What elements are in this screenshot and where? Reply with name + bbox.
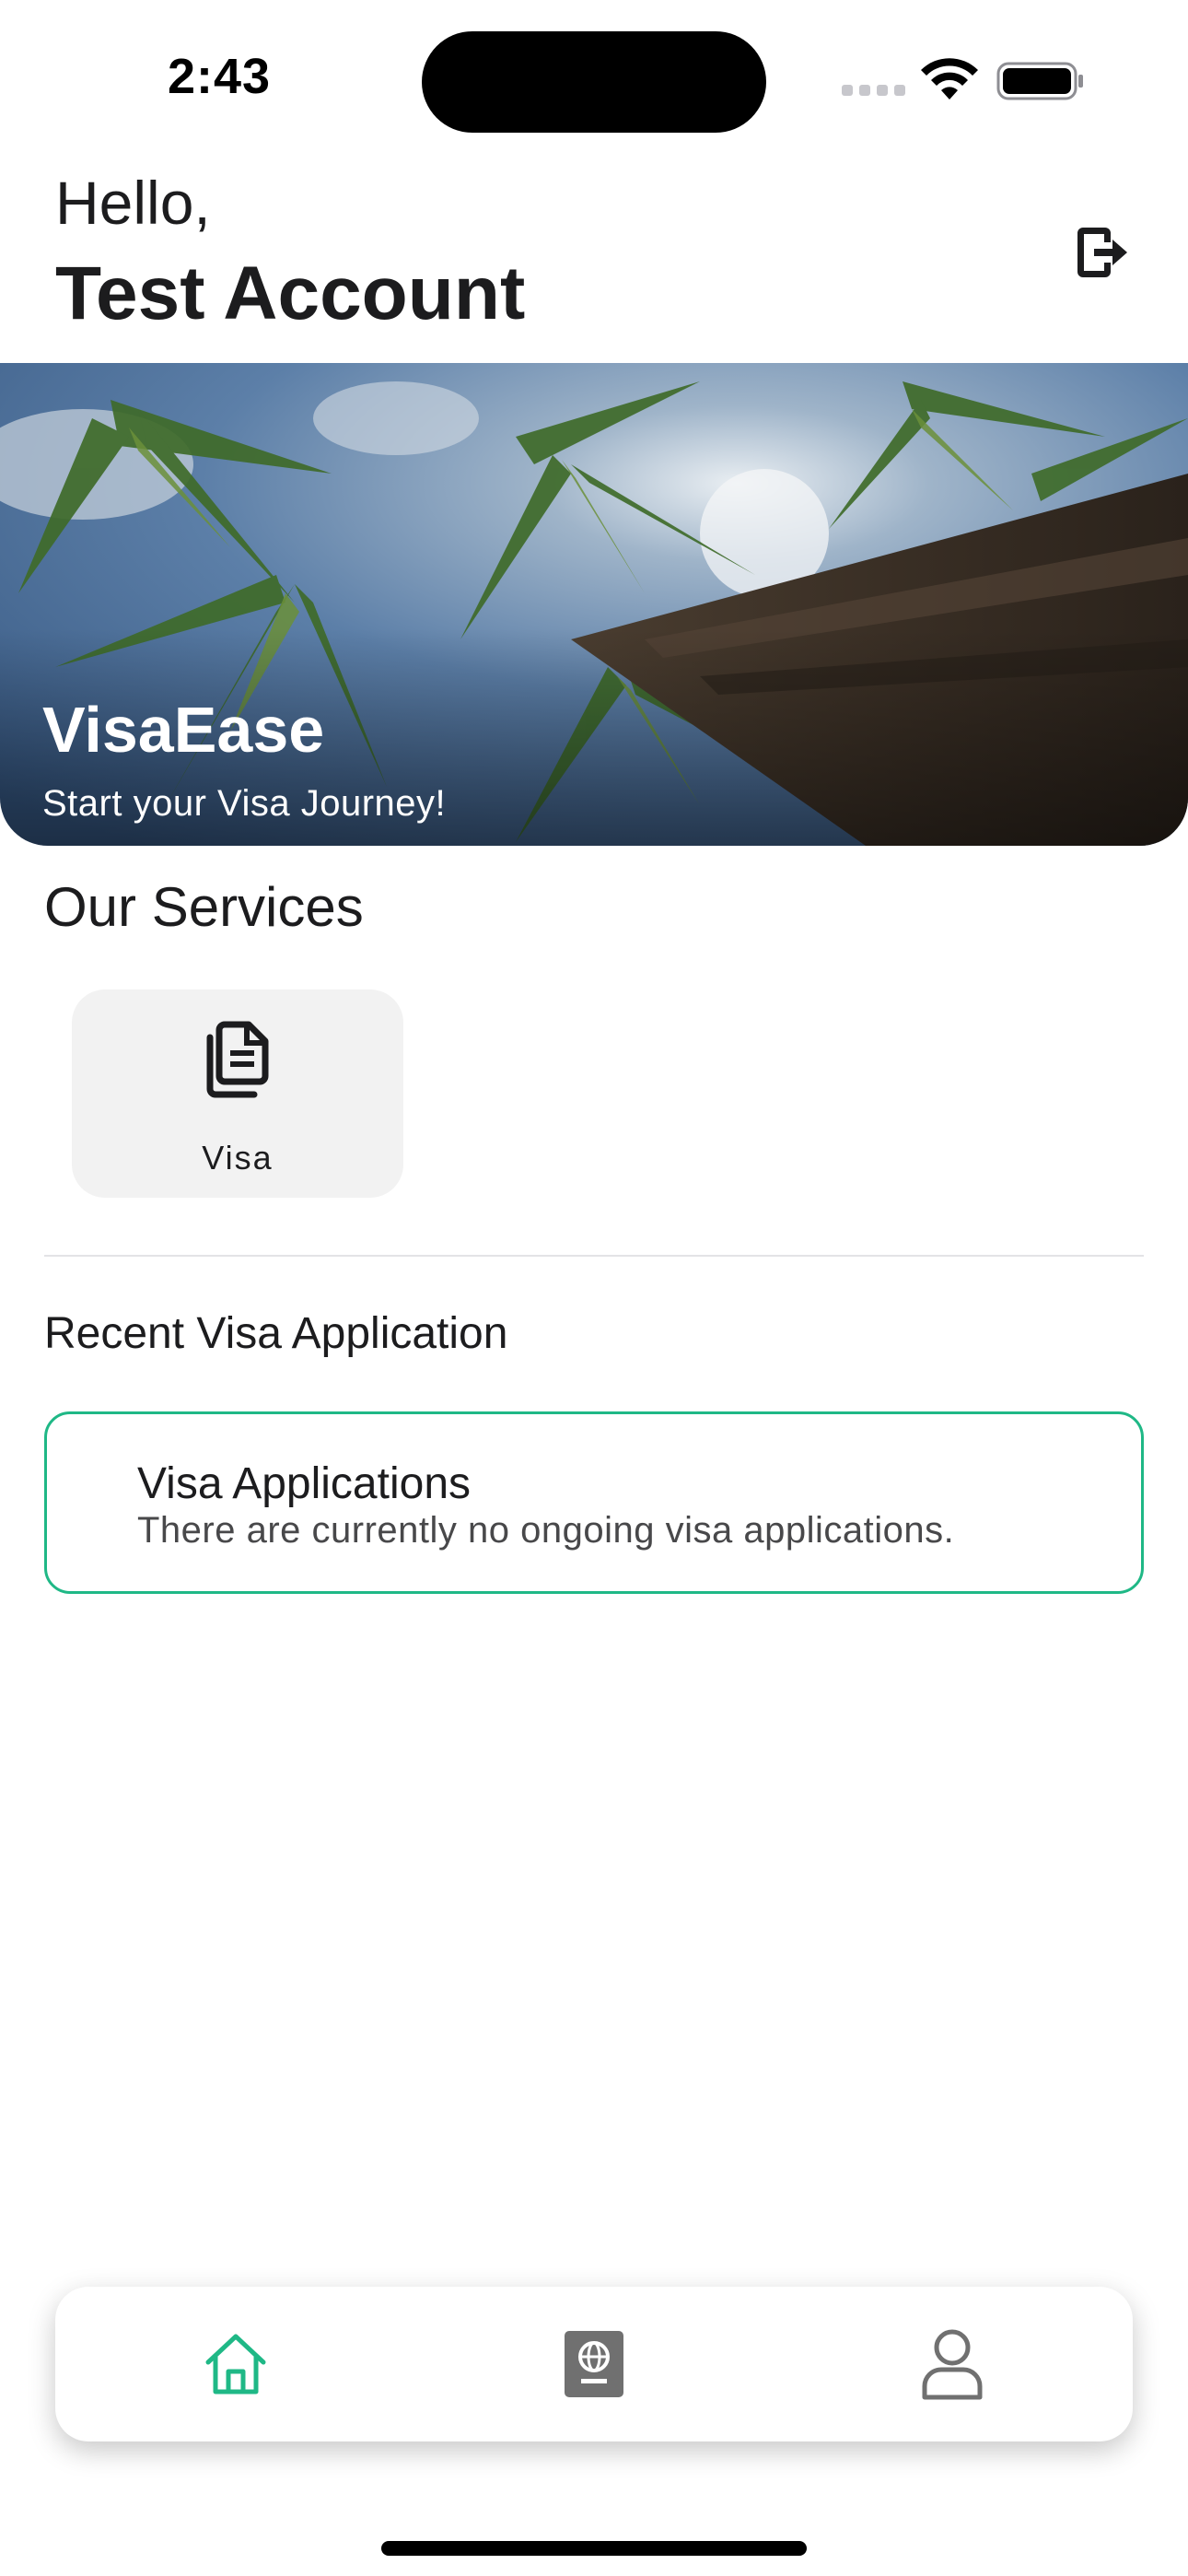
dynamic-island bbox=[422, 31, 766, 133]
hero-banner: VisaEase Start your Visa Journey! bbox=[0, 363, 1188, 846]
logout-button[interactable] bbox=[1068, 217, 1135, 287]
recent-applications-heading: Recent Visa Application bbox=[44, 1309, 508, 1358]
greeting-text: Hello, bbox=[55, 169, 211, 237]
battery-icon bbox=[996, 62, 1083, 100]
home-indicator bbox=[381, 2541, 807, 2556]
cellular-signal-icon bbox=[842, 85, 906, 98]
bottom-tab-bar bbox=[55, 2287, 1133, 2441]
section-divider bbox=[44, 1255, 1144, 1257]
profile-icon bbox=[922, 2329, 983, 2400]
tab-profile[interactable] bbox=[914, 2325, 991, 2403]
hero-title: VisaEase bbox=[42, 694, 325, 766]
card-description: There are currently no ongoing visa appl… bbox=[137, 1510, 955, 1551]
services-heading: Our Services bbox=[44, 876, 364, 938]
palm-trees-image bbox=[0, 363, 1188, 846]
tab-home[interactable] bbox=[197, 2325, 274, 2403]
user-name: Test Account bbox=[55, 252, 526, 335]
document-icon bbox=[206, 1021, 269, 1098]
tab-visa[interactable] bbox=[555, 2325, 633, 2403]
hero-subtitle: Start your Visa Journey! bbox=[42, 783, 447, 824]
card-title: Visa Applications bbox=[137, 1459, 472, 1508]
wifi-icon bbox=[921, 58, 978, 100]
status-bar: 2:43 bbox=[0, 0, 1188, 157]
visa-service-button[interactable]: Visa bbox=[72, 989, 403, 1198]
passport-icon bbox=[565, 2331, 623, 2397]
service-label: Visa bbox=[202, 1139, 274, 1177]
visa-applications-card[interactable]: Visa Applications There are currently no… bbox=[44, 1411, 1144, 1594]
logout-icon bbox=[1077, 228, 1127, 277]
home-icon bbox=[205, 2334, 266, 2395]
status-time: 2:43 bbox=[168, 49, 272, 104]
